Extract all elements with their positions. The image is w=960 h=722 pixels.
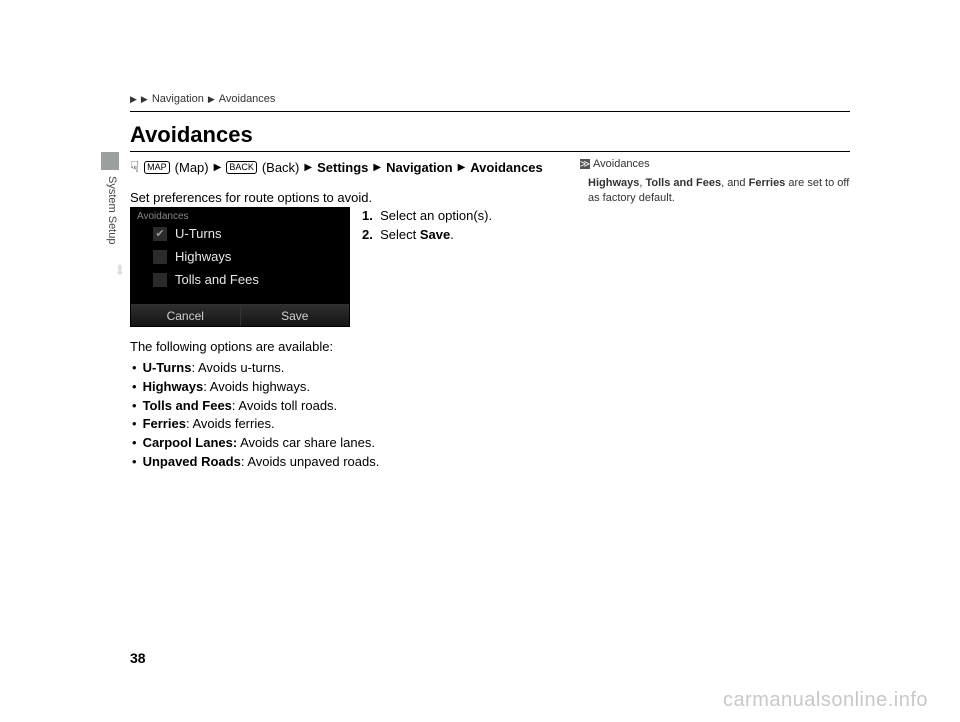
chevron-right-icon: ▶ [130, 94, 137, 105]
chevron-right-icon: ▶ [304, 162, 312, 173]
chevron-right-icon: ▶ [141, 94, 148, 105]
section-tab-marker [101, 152, 119, 170]
avoidance-option-row: Highways [153, 245, 345, 268]
options-item: Carpool Lanes: Avoids car share lanes. [130, 434, 379, 453]
step-text: . [450, 227, 454, 242]
chevron-right-icon: ▶ [373, 162, 381, 173]
step-text: Select [380, 227, 420, 242]
option-label: Tolls and Fees [175, 272, 259, 287]
device-screenshot: Avoidances ⬇ ✔ U-Turns Highways Tolls an… [130, 207, 350, 327]
map-button-icon: MAP [144, 161, 170, 174]
options-item: Tolls and Fees: Avoids toll roads. [130, 397, 379, 416]
info-flag-icon: ≫ [580, 159, 590, 169]
chevron-right-icon: ▶ [458, 162, 466, 173]
options-item: Unpaved Roads: Avoids unpaved roads. [130, 453, 379, 472]
avoidance-option-row: ✔ U-Turns [153, 222, 345, 245]
chevron-right-icon: ▶ [208, 94, 215, 105]
checkbox-icon [153, 250, 167, 264]
press-icon: ☟ [130, 158, 139, 176]
nav-path-text: Settings [317, 160, 368, 175]
options-item: U-Turns: Avoids u-turns. [130, 359, 379, 378]
step-text-bold: Save [420, 227, 450, 242]
scroll-down-icon: ⬇ [114, 262, 126, 279]
options-description: The following options are available: U-T… [130, 338, 379, 472]
chevron-right-icon: ▶ [214, 162, 222, 173]
option-label: Highways [175, 249, 231, 264]
breadcrumb: ▶ ▶ Navigation ▶ Avoidances [130, 93, 850, 112]
page-number: 38 [130, 650, 146, 666]
instruction-steps: 1. Select an option(s). 2. Select Save. [362, 207, 492, 245]
options-item: Highways: Avoids highways. [130, 378, 379, 397]
back-button-icon: BACK [226, 161, 257, 174]
step-text: Select an option(s). [380, 208, 492, 223]
breadcrumb-item: Navigation [152, 93, 204, 105]
checkbox-icon [153, 273, 167, 287]
options-lead: The following options are available: [130, 338, 379, 357]
side-note: ≫ Avoidances Highways, Tolls and Fees, a… [580, 158, 850, 207]
watermark: carmanualsonline.info [723, 689, 928, 712]
step-number: 1. [362, 208, 373, 223]
cancel-button: Cancel [131, 305, 241, 326]
intro-text: Set preferences for route options to avo… [130, 190, 372, 205]
side-note-heading: ≫ Avoidances [580, 158, 850, 170]
option-label: U-Turns [175, 226, 221, 241]
side-note-body: Highways, Tolls and Fees, and Ferries ar… [580, 176, 850, 207]
nav-path-text: Avoidances [470, 160, 543, 175]
screenshot-title: Avoidances [131, 208, 349, 222]
save-button: Save [241, 305, 350, 326]
nav-path-text: (Back) [262, 160, 300, 175]
nav-path-text: (Map) [175, 160, 209, 175]
side-note-title: Avoidances [593, 158, 650, 170]
step-number: 2. [362, 227, 373, 242]
nav-path: ☟ MAP (Map) ▶ BACK (Back) ▶ Settings ▶ N… [130, 158, 543, 176]
checkbox-checked-icon: ✔ [153, 227, 167, 241]
page-title: Avoidances [130, 122, 850, 152]
avoidance-option-row: Tolls and Fees [153, 268, 345, 291]
step: 1. Select an option(s). [362, 207, 492, 226]
section-tab-label: System Setup [106, 176, 118, 244]
step: 2. Select Save. [362, 226, 492, 245]
options-item: Ferries: Avoids ferries. [130, 415, 379, 434]
screenshot-button-bar: Cancel Save [131, 304, 349, 326]
nav-path-text: Navigation [386, 160, 452, 175]
breadcrumb-item: Avoidances [219, 93, 276, 105]
